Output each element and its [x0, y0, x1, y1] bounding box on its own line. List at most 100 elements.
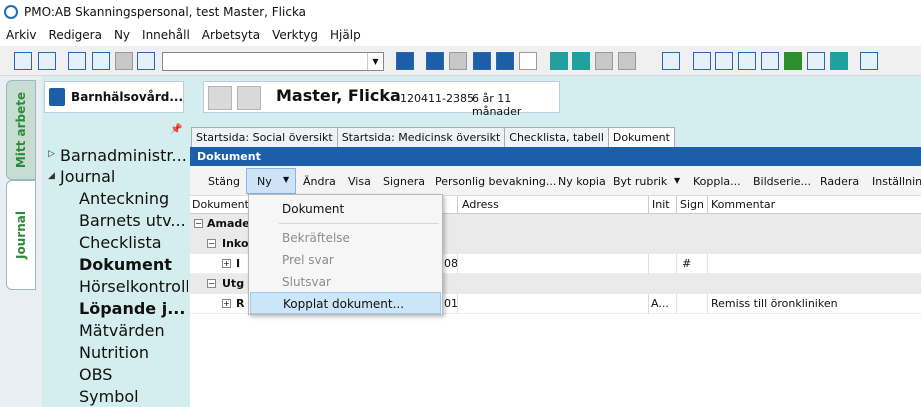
row-date: 01 — [444, 297, 458, 310]
menu-verktyg[interactable]: Verktyg — [266, 28, 324, 42]
radera-button[interactable]: Radera — [820, 175, 859, 188]
collapse-icon[interactable]: − — [207, 279, 216, 288]
group-icon[interactable] — [595, 52, 613, 70]
menu-arbetsyta[interactable]: Arbetsyta — [196, 28, 266, 42]
refresh-icon[interactable] — [396, 52, 414, 70]
tree-item-journal[interactable]: Journal — [60, 167, 115, 186]
menu-item-dokument[interactable]: Dokument — [250, 198, 441, 220]
folder-icon[interactable] — [662, 52, 680, 70]
collapse-icon[interactable]: − — [194, 219, 203, 228]
koppla-button[interactable]: Koppla... — [693, 175, 741, 188]
row-title: I — [236, 257, 241, 270]
content-tabs: Startsida: Social översikt Startsida: Me… — [188, 126, 921, 147]
collapse-icon[interactable] — [449, 52, 467, 70]
home-icon[interactable] — [208, 86, 232, 110]
close-record-icon[interactable] — [38, 52, 56, 70]
tree-item-checklista[interactable]: Checklista — [79, 233, 162, 252]
column-sign[interactable]: Sign — [680, 198, 704, 211]
row-comment: Remiss till öronkliniken — [711, 297, 838, 310]
grid-icon[interactable] — [618, 52, 636, 70]
patient-age: 6 år 11 månader — [472, 92, 522, 118]
tree-item-lopande-j[interactable]: Löpande j... — [79, 299, 185, 318]
column-adress[interactable]: Adress — [462, 198, 499, 211]
star-icon[interactable] — [572, 52, 590, 70]
tree-item-obs[interactable]: OBS — [79, 365, 112, 384]
ny-dropdown-arrow-icon[interactable]: ▼ — [283, 175, 289, 184]
tree-item-barnadmin[interactable]: Barnadministr... — [60, 146, 187, 165]
record-label: Barnhälsovård... — [71, 90, 183, 104]
tree-item-horselkontroll[interactable]: Hörselkontroll — [79, 277, 190, 296]
menu-bar: Arkiv Redigera Ny Innehåll Arbetsyta Ver… — [0, 24, 921, 46]
signera-button[interactable]: Signera — [383, 175, 425, 188]
tree-item-anteckning[interactable]: Anteckning — [79, 189, 169, 208]
tab-checklista-tabell[interactable]: Checklista, tabell — [504, 127, 609, 147]
installning-button[interactable]: Inställning — [872, 175, 921, 188]
chevron-down-icon[interactable]: ▼ — [367, 53, 383, 70]
toolbar-combo[interactable]: ▼ — [162, 52, 384, 71]
patient-icon[interactable] — [137, 52, 155, 70]
tree-item-barnets-utv[interactable]: Barnets utv... — [79, 211, 186, 230]
byt-rubrik-dropdown-icon[interactable]: ▼ — [674, 176, 680, 185]
single-pane-icon[interactable] — [519, 52, 537, 70]
calendar-icon[interactable] — [715, 52, 733, 70]
menu-innehall[interactable]: Innehåll — [136, 28, 196, 42]
tree-item-symbol[interactable]: Symbol — [79, 387, 139, 406]
tree-item-matvarden[interactable]: Mätvärden — [79, 321, 165, 340]
search-icon[interactable] — [14, 52, 32, 70]
split-horizontal-icon[interactable] — [496, 52, 514, 70]
bildserie-button[interactable]: Bildserie... — [753, 175, 811, 188]
tab-mitt-arbete[interactable]: Mitt arbete — [6, 80, 36, 180]
mail-icon[interactable] — [550, 52, 568, 70]
column-init[interactable]: Init — [652, 198, 670, 211]
info-icon[interactable] — [237, 86, 261, 110]
split-vertical-icon[interactable] — [473, 52, 491, 70]
list-icon[interactable] — [738, 52, 756, 70]
app-logo-icon — [4, 5, 18, 19]
expand-icon[interactable] — [426, 52, 444, 70]
main-toolbar — [0, 46, 921, 76]
pen-icon[interactable] — [807, 52, 825, 70]
collapse-icon[interactable]: − — [207, 239, 216, 248]
chart-icon[interactable] — [830, 52, 848, 70]
ny-button[interactable]: Ny — [257, 175, 272, 188]
menu-ny[interactable]: Ny — [108, 28, 136, 42]
andra-button[interactable]: Ändra — [303, 175, 336, 188]
menu-hjalp[interactable]: Hjälp — [324, 28, 367, 42]
record-selector[interactable]: Barnhälsovård... — [44, 81, 184, 113]
users-icon[interactable] — [693, 52, 711, 70]
expand-icon[interactable]: + — [222, 299, 231, 308]
tree-item-nutrition[interactable]: Nutrition — [79, 343, 149, 362]
menu-item-kopplat-dokument[interactable]: Kopplat dokument... — [250, 292, 441, 314]
group-label: Amade — [207, 217, 250, 230]
collapsed-triangle-icon[interactable]: ▷ — [48, 149, 55, 159]
column-dokument[interactable]: Dokument — [192, 198, 249, 211]
group-label: Inko — [222, 237, 249, 250]
document-icon[interactable] — [68, 52, 86, 70]
tab-journal[interactable]: Journal — [6, 180, 36, 290]
stang-button[interactable]: Stäng — [208, 175, 240, 188]
tab-social-oversikt[interactable]: Startsida: Social översikt — [191, 127, 338, 147]
checklist-icon[interactable] — [784, 52, 802, 70]
byt-rubrik-button[interactable]: Byt rubrik — [613, 175, 667, 188]
sign-icon[interactable] — [860, 52, 878, 70]
visa-button[interactable]: Visa — [348, 175, 371, 188]
ny-kopia-button[interactable]: Ny kopia — [558, 175, 606, 188]
page-icon[interactable] — [115, 52, 133, 70]
copy-icon[interactable] — [92, 52, 110, 70]
row-sign: # — [682, 257, 692, 270]
expand-icon[interactable]: + — [222, 259, 231, 268]
ruler-icon[interactable] — [761, 52, 779, 70]
column-kommentar[interactable]: Kommentar — [711, 198, 775, 211]
menu-redigera[interactable]: Redigera — [43, 28, 108, 42]
folder-icon — [49, 88, 66, 106]
tab-mitt-arbete-label: Mitt arbete — [14, 91, 28, 169]
group-label: Utg — [222, 277, 245, 290]
tab-dokument[interactable]: Dokument — [607, 127, 675, 147]
title-bar: PMO:AB Skanningspersonal, test Master, F… — [0, 0, 921, 24]
personlig-bevakning-button[interactable]: Personlig bevakning... — [435, 175, 556, 188]
expanded-triangle-icon[interactable]: ◢ — [48, 171, 55, 181]
tree-item-dokument[interactable]: Dokument — [79, 255, 172, 274]
pin-icon[interactable]: 📌 — [170, 124, 182, 135]
tab-medicinsk-oversikt[interactable]: Startsida: Medicinsk översikt — [336, 127, 506, 147]
menu-arkiv[interactable]: Arkiv — [0, 28, 43, 42]
